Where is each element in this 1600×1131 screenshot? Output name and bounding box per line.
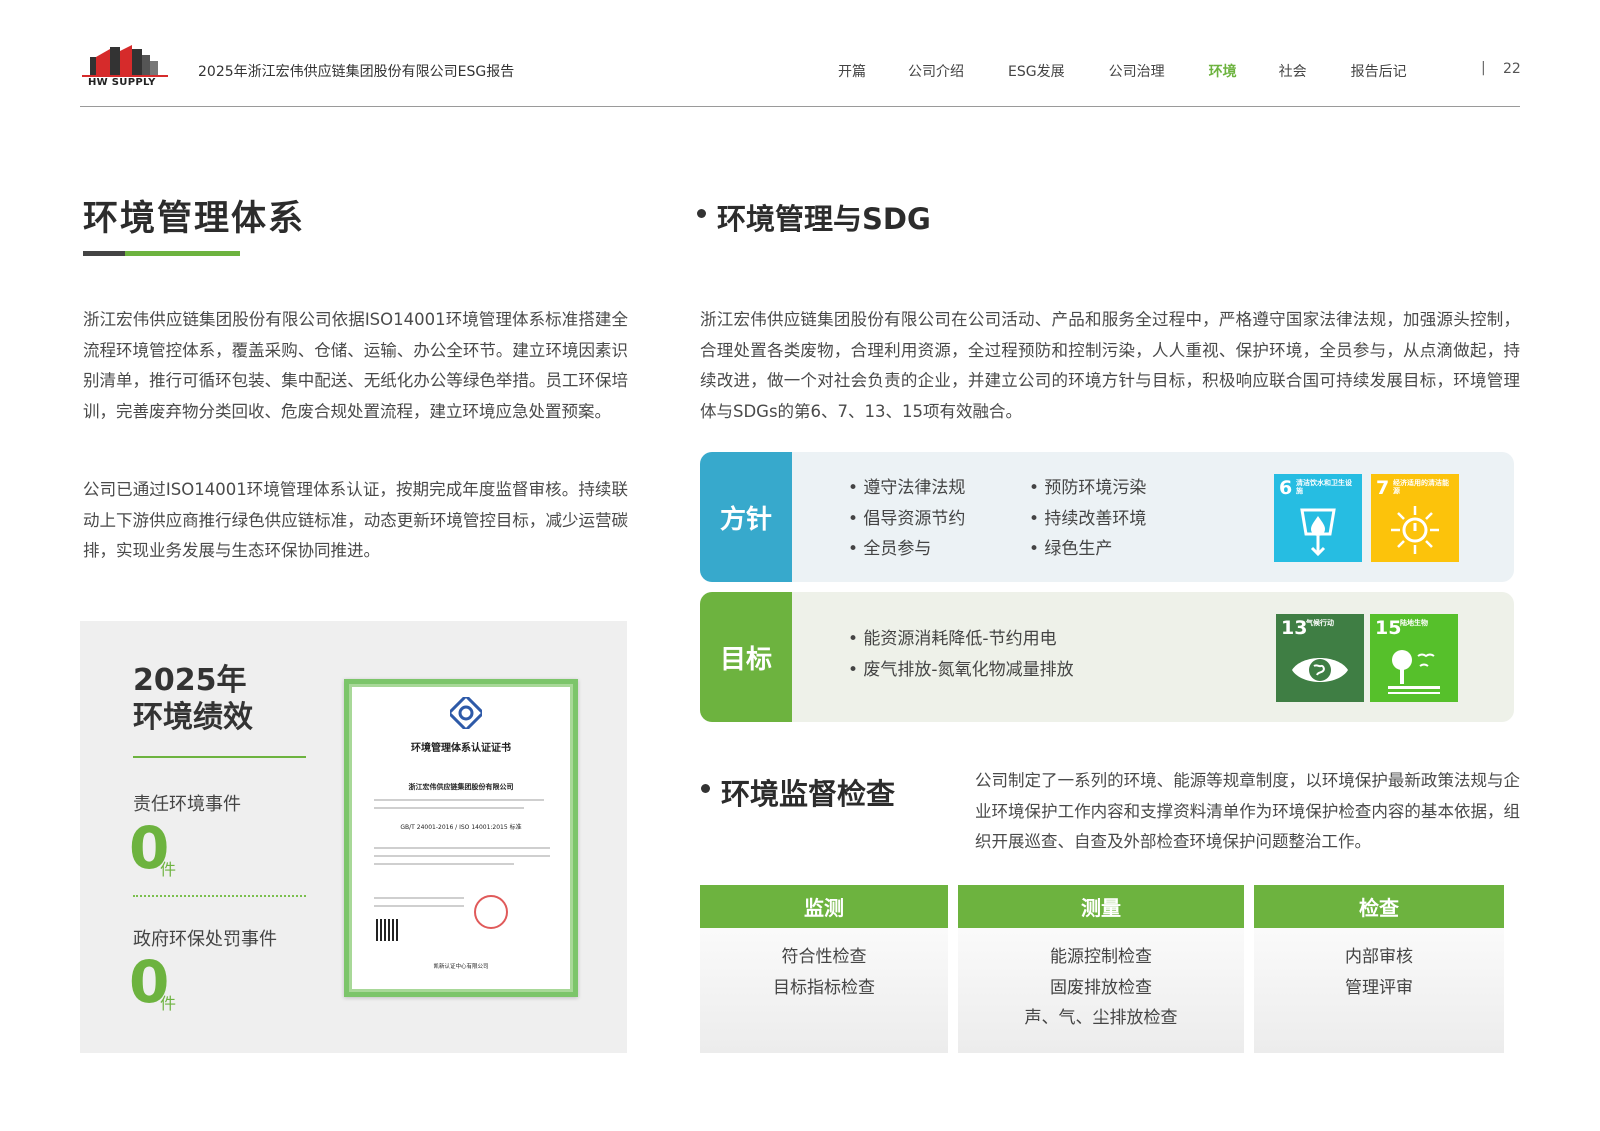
nav-item-opening[interactable]: 开篇 bbox=[838, 61, 866, 81]
policy-item: • 全员参与 bbox=[848, 539, 932, 559]
nav-item-afterword[interactable]: 报告后记 bbox=[1351, 61, 1407, 81]
intro-paragraph-1: 浙江宏伟供应链集团股份有限公司依据ISO14001环境管理体系标准搭建全流程环境… bbox=[83, 310, 628, 421]
inspection-item: 管理评审 bbox=[1345, 977, 1413, 998]
inspection-column-header: 检查 bbox=[1254, 885, 1504, 928]
policy-item: • 倡导资源节约 bbox=[848, 508, 966, 529]
inspection-item: 固废排放检查 bbox=[1050, 977, 1152, 998]
sdg-section-title: 环境管理与SDG bbox=[717, 202, 931, 236]
performance-heading: 2025年 环境绩效 bbox=[133, 662, 253, 736]
performance-heading-year: 2025年 bbox=[133, 663, 247, 698]
nav-separator: | bbox=[1481, 60, 1486, 76]
goal-list: • 能资源消耗降低-节约用电 • 废气排放-氮氧化物减量排放 bbox=[848, 624, 1074, 685]
metric-unit: 件 bbox=[160, 860, 177, 879]
sdg-15-life-on-land-icon: 15 陆地生物 bbox=[1370, 614, 1458, 702]
policy-tab: 方针 bbox=[700, 452, 792, 582]
metric-divider bbox=[133, 895, 306, 897]
metric-unit: 件 bbox=[160, 994, 177, 1013]
sdg-number: 15 bbox=[1375, 617, 1402, 639]
inspection-section-title: 环境监督检查 bbox=[721, 777, 896, 811]
policy-item: • 遵守法律法规 bbox=[848, 478, 966, 498]
inspection-column-monitoring: 监测 符合性检查 目标指标检查 bbox=[700, 885, 948, 1053]
sdg-6-clean-water-icon: 6 清洁饮水和卫生设施 bbox=[1274, 474, 1362, 562]
title-underline-dark bbox=[83, 251, 125, 256]
goal-item: • 能资源消耗降低-节约用电 bbox=[848, 629, 1057, 649]
header-divider bbox=[80, 106, 1520, 107]
logo-text: HW SUPPLY bbox=[88, 77, 156, 88]
inspection-column-audit: 检查 内部审核 管理评审 bbox=[1254, 885, 1504, 1053]
policy-item: • 预防环境污染 bbox=[1029, 478, 1147, 498]
sdg-label: 经济适用的清洁能源 bbox=[1393, 479, 1449, 495]
nav-item-environment[interactable]: 环境 bbox=[1209, 61, 1237, 81]
certificate-issuer: 凯新认证中心有限公司 bbox=[433, 964, 489, 970]
sdg-7-clean-energy-icon: 7 经济适用的清洁能源 bbox=[1371, 474, 1459, 562]
inspection-item: 声、气、尘排放检查 bbox=[1024, 1008, 1178, 1028]
sdg-number: 6 bbox=[1279, 477, 1293, 499]
nav-item-company-intro[interactable]: 公司介绍 bbox=[908, 61, 964, 81]
inspection-column-header: 测量 bbox=[958, 885, 1244, 928]
sdg-paragraph: 浙江宏伟供应链集团股份有限公司在公司活动、产品和服务全过程中，严格遵守国家法律法… bbox=[700, 310, 1520, 421]
inspection-column-header: 监测 bbox=[700, 885, 948, 928]
company-logo: HW SUPPLY bbox=[80, 43, 172, 91]
nav-item-society[interactable]: 社会 bbox=[1279, 61, 1307, 81]
policy-item: • 绿色生产 bbox=[1029, 539, 1113, 559]
goal-tab: 目标 bbox=[700, 592, 792, 722]
inspection-column-measurement: 测量 能源控制检查 固废排放检查 声、气、尘排放检查 bbox=[958, 885, 1244, 1053]
title-underline-green bbox=[125, 251, 240, 256]
performance-heading-title: 环境绩效 bbox=[133, 700, 253, 735]
performance-rule bbox=[133, 756, 306, 758]
policy-list-left: • 遵守法律法规 • 倡导资源节约 • 全员参与 bbox=[848, 473, 965, 565]
iso14001-certificate-image: 环境管理体系认证证书 浙江宏伟供应链集团股份有限公司 GB/T 24001-20… bbox=[344, 679, 578, 997]
sdg-number: 13 bbox=[1281, 617, 1308, 639]
metric-label-environmental-incidents: 责任环境事件 bbox=[133, 794, 241, 815]
inspection-item: 内部审核 bbox=[1345, 947, 1413, 967]
inspection-item: 能源控制检查 bbox=[1050, 947, 1152, 967]
section-title: 环境管理体系 bbox=[83, 199, 306, 239]
qr-code-icon bbox=[376, 919, 398, 941]
sdg-13-climate-action-icon: 13 气候行动 bbox=[1276, 614, 1364, 702]
page-number: 22 bbox=[1503, 61, 1521, 77]
sdg-label: 陆地生物 bbox=[1400, 619, 1428, 627]
report-title: 2025年浙江宏伟供应链集团股份有限公司ESG报告 bbox=[198, 64, 515, 80]
inspection-item: 目标指标检查 bbox=[773, 977, 875, 998]
bullet-dot bbox=[697, 209, 706, 218]
inspection-paragraph: 公司制定了一系列的环境、能源等规章制度，以环境保护最新政策法规与企业环境保护工作… bbox=[975, 771, 1520, 851]
certificate-standard: GB/T 24001-2016 / ISO 14001:2015 标准 bbox=[400, 824, 522, 831]
official-seal-icon bbox=[474, 895, 508, 929]
certificate-title: 环境管理体系认证证书 bbox=[411, 743, 511, 754]
sdg-label: 气候行动 bbox=[1306, 619, 1334, 627]
inspection-item: 符合性检查 bbox=[781, 947, 867, 967]
sdg-number: 7 bbox=[1376, 477, 1390, 499]
certificate-company: 浙江宏伟供应链集团股份有限公司 bbox=[408, 783, 514, 791]
goal-item: • 废气排放-氮氧化物减量排放 bbox=[848, 659, 1074, 680]
intro-paragraph-2: 公司已通过ISO14001环境管理体系认证，按期完成年度监督审核。持续联动上下游… bbox=[83, 480, 628, 560]
nav-item-governance[interactable]: 公司治理 bbox=[1109, 61, 1165, 81]
sdg-label: 清洁饮水和卫生设施 bbox=[1296, 479, 1352, 495]
policy-item: • 持续改善环境 bbox=[1029, 508, 1147, 529]
nav-item-esg-development[interactable]: ESG发展 bbox=[1008, 61, 1065, 81]
top-nav: 开篇 公司介绍 ESG发展 公司治理 环境 社会 报告后记 bbox=[838, 61, 1451, 81]
certificate-emblem-icon bbox=[450, 697, 482, 729]
bullet-dot bbox=[701, 784, 710, 793]
policy-list-right: • 预防环境污染 • 持续改善环境 • 绿色生产 bbox=[1029, 473, 1146, 565]
